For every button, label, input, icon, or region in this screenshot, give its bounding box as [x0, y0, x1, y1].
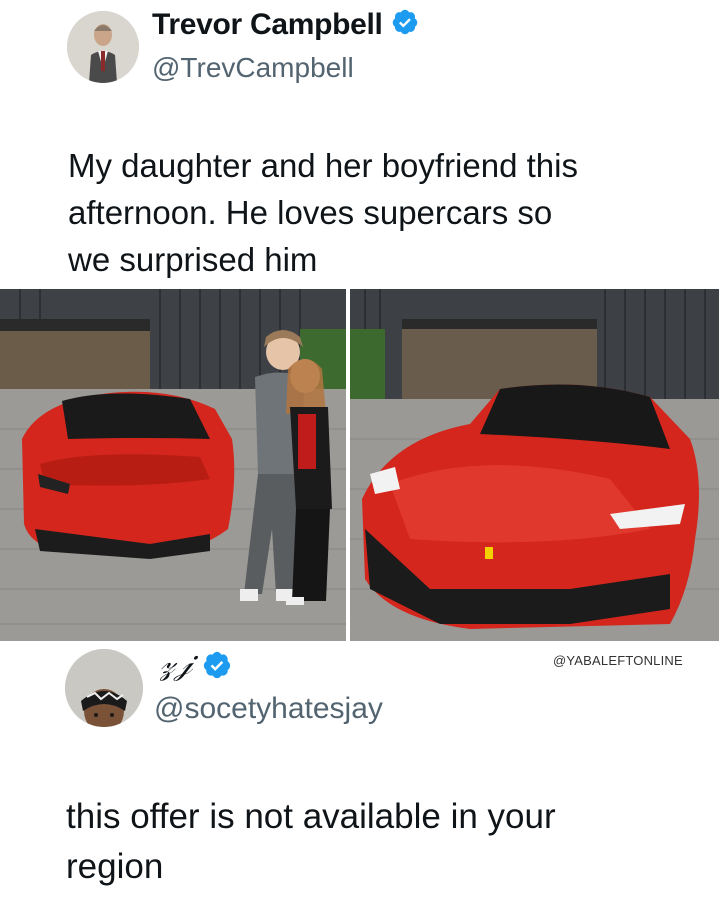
watermark: @YABALEFTONLINE [553, 653, 683, 668]
user-handle[interactable]: @socetyhatesjay [154, 692, 383, 726]
verified-badge-icon [202, 650, 232, 685]
red-supercar-front-photo [350, 289, 719, 641]
tweet-text: this offer is not available in your regi… [66, 797, 556, 886]
couple-with-red-supercar-photo [0, 289, 346, 641]
avatar[interactable] [67, 11, 139, 83]
display-name[interactable]: 𝓏𝒿 [160, 644, 192, 683]
person-avatar-image [65, 649, 143, 727]
person-avatar-image [67, 11, 139, 83]
avatar[interactable] [65, 649, 143, 727]
verified-badge-icon [391, 8, 419, 44]
display-name-text: Trevor Campbell [152, 8, 383, 41]
tweet-text: My daughter and her boyfriend this after… [68, 147, 578, 278]
tweet-photo-left[interactable] [0, 289, 346, 641]
user-handle[interactable]: @TrevCampbell [152, 52, 354, 84]
tweet-photo-right[interactable] [350, 289, 719, 641]
display-name[interactable]: Trevor Campbell [152, 8, 419, 44]
